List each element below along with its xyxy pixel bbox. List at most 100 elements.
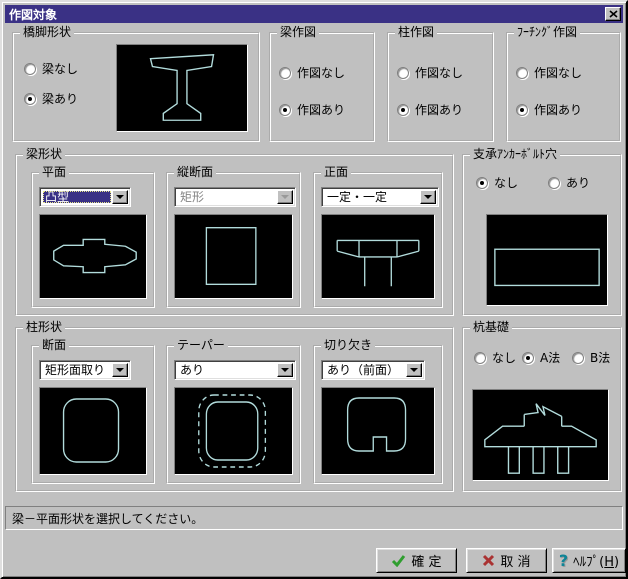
vertical-section-value: 矩形 — [178, 191, 276, 203]
radio-icon — [516, 104, 528, 116]
plan-preview-image — [39, 214, 147, 299]
section-drawing — [40, 388, 146, 474]
close-button[interactable] — [605, 7, 621, 21]
vertical-section-select: 矩形 — [174, 187, 296, 207]
radio-beam-draw-no[interactable]: 作図なし — [279, 64, 345, 81]
group-column-shape-label: 柱形状 — [23, 320, 65, 334]
group-beam-shape-label: 梁形状 — [23, 147, 65, 161]
taper-drawing — [175, 388, 292, 474]
check-icon — [391, 554, 406, 567]
pile-drawing — [473, 390, 608, 480]
subgroup-notch-label: 切り欠き — [321, 338, 375, 352]
combo-arrow-button[interactable] — [420, 190, 436, 204]
radio-icon — [522, 352, 534, 364]
combo-arrow-button — [277, 190, 293, 204]
radio-label: 作図あり — [297, 101, 345, 118]
notch-preview-image — [321, 387, 435, 475]
radio-pile-none[interactable]: なし — [474, 349, 516, 366]
taper-preview-image — [174, 387, 293, 475]
cancel-button[interactable]: 取 消 — [466, 548, 547, 573]
status-text: 梁－平面形状を選択してください。 — [12, 510, 203, 527]
radio-icon — [24, 63, 36, 75]
subgroup-vertical-section-label: 縦断面 — [174, 165, 216, 179]
chevron-down-icon — [424, 195, 432, 199]
radio-label: 梁なし — [42, 60, 78, 77]
radio-footing-draw-yes[interactable]: 作図あり — [516, 101, 582, 118]
subgroup-vertical-section: 縦断面 矩形 — [166, 172, 301, 308]
subgroup-taper-label: テーパー — [174, 338, 228, 352]
plan-shape-select[interactable]: 凸型 — [39, 187, 131, 207]
group-column-draw-label: 柱作図 — [395, 25, 437, 39]
radio-icon — [474, 352, 486, 364]
chevron-down-icon — [281, 195, 289, 199]
radio-icon — [24, 93, 36, 105]
radio-footing-draw-no[interactable]: 作図なし — [516, 64, 582, 81]
plan-drawing — [40, 215, 146, 298]
combo-arrow-button[interactable] — [112, 363, 128, 377]
combo-arrow-button[interactable] — [406, 363, 422, 377]
radio-icon — [516, 67, 528, 79]
subgroup-plan: 平面 凸型 — [31, 172, 155, 308]
radio-label: 作図あり — [415, 101, 463, 118]
taper-select[interactable]: あり — [174, 360, 296, 380]
help-button-label: ﾍﾙﾌﾟ(H) — [573, 551, 619, 570]
group-pier-shape-label: 橋脚形状 — [20, 25, 74, 39]
radio-beam-draw-yes[interactable]: 作図あり — [279, 101, 345, 118]
pile-preview-image — [472, 389, 609, 481]
notch-select[interactable]: あり（前面） — [321, 360, 425, 380]
group-pile-foundation-label: 杭基礎 — [470, 320, 512, 334]
x-icon — [482, 554, 495, 567]
title-bar[interactable]: 作図対象 — [5, 5, 623, 23]
ok-button[interactable]: 確 定 — [376, 548, 457, 573]
radio-column-draw-no[interactable]: 作図なし — [397, 64, 463, 81]
group-beam-shape: 梁形状 平面 凸型 縦断面 矩形 — [15, 154, 454, 316]
radio-label: 作図なし — [415, 64, 463, 81]
radio-column-draw-yes[interactable]: 作図あり — [397, 101, 463, 118]
bearing-drawing — [487, 215, 607, 305]
help-button[interactable]: ? ﾍﾙﾌﾟ(H) — [552, 548, 626, 573]
subgroup-section: 断面 矩形面取り — [31, 345, 155, 484]
radio-label: なし — [494, 174, 518, 191]
combo-arrow-button[interactable] — [277, 363, 293, 377]
radio-label: なし — [492, 349, 516, 366]
group-bearing-anchor-holes: 支承ｱﾝｶｰﾎﾞﾙﾄ穴 なし あり — [462, 154, 622, 316]
subgroup-front-label: 正面 — [321, 165, 351, 179]
subgroup-front: 正面 一定・一定 — [313, 172, 443, 308]
subgroup-taper: テーパー あり — [166, 345, 301, 484]
group-footing-draw: ﾌｰﾁﾝｸﾞ作図 作図なし 作図あり — [506, 32, 621, 142]
radio-anchor-yes[interactable]: あり — [548, 174, 590, 191]
group-column-draw: 柱作図 作図なし 作図あり — [387, 32, 494, 142]
chevron-down-icon — [281, 368, 289, 372]
front-shape-select[interactable]: 一定・一定 — [321, 187, 439, 207]
group-bearing-anchor-holes-label: 支承ｱﾝｶｰﾎﾞﾙﾄ穴 — [470, 147, 560, 161]
radio-icon — [476, 177, 488, 189]
front-drawing — [322, 215, 434, 298]
radio-label: B法 — [590, 349, 610, 366]
question-icon: ? — [559, 553, 568, 569]
radio-beam-yes[interactable]: 梁あり — [24, 90, 78, 107]
radio-icon — [397, 67, 409, 79]
group-pile-foundation: 杭基礎 なし A法 B法 — [462, 327, 622, 492]
radio-beam-none[interactable]: 梁なし — [24, 60, 78, 77]
radio-pile-method-a[interactable]: A法 — [522, 349, 560, 366]
radio-label: あり — [566, 174, 590, 191]
front-shape-value: 一定・一定 — [325, 191, 419, 203]
radio-anchor-none[interactable]: なし — [476, 174, 518, 191]
plan-shape-value: 凸型 — [43, 191, 111, 203]
section-shape-value: 矩形面取り — [43, 364, 111, 376]
group-column-shape: 柱形状 断面 矩形面取り テーパー あり — [15, 327, 454, 492]
chevron-down-icon — [116, 368, 124, 372]
group-beam-draw-label: 梁作図 — [277, 25, 319, 39]
front-preview-image — [321, 214, 435, 299]
section-shape-select[interactable]: 矩形面取り — [39, 360, 131, 380]
radio-icon — [397, 104, 409, 116]
taper-value: あり — [178, 364, 276, 376]
radio-label: 梁あり — [42, 90, 78, 107]
radio-label: A法 — [540, 349, 560, 366]
group-footing-draw-label: ﾌｰﾁﾝｸﾞ作図 — [514, 25, 580, 39]
radio-icon — [572, 352, 584, 364]
group-pier-shape: 橋脚形状 梁なし 梁あり — [12, 32, 260, 142]
radio-pile-method-b[interactable]: B法 — [572, 349, 610, 366]
dialog-window: 作図対象 橋脚形状 梁なし 梁あり 梁作図 作図なし 作図あり — [0, 0, 628, 579]
combo-arrow-button[interactable] — [112, 190, 128, 204]
